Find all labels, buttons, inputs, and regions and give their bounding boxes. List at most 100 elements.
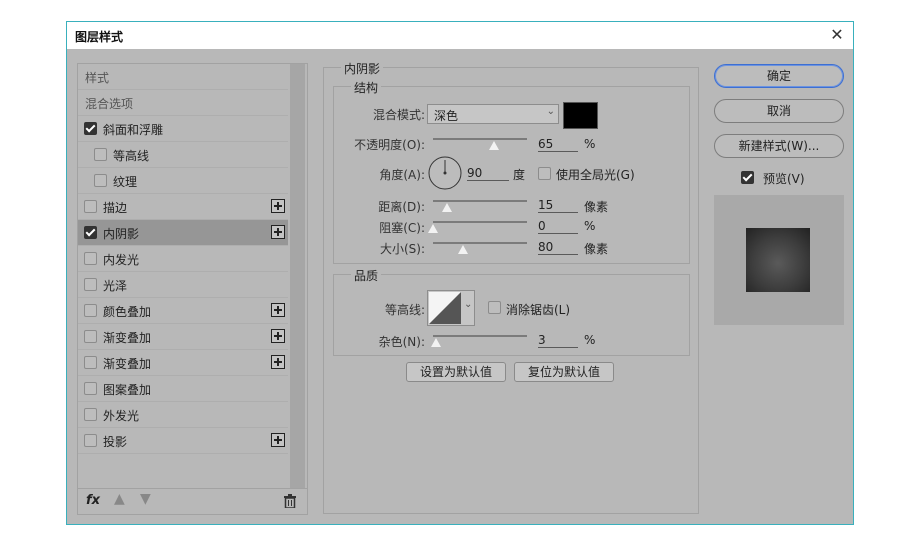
quality-group: 品质 等高线: ⌄ 消除锯齿(L) 杂色(N): 3 %: [333, 267, 690, 356]
add-effect-icon[interactable]: [271, 199, 285, 213]
shadow-color-swatch[interactable]: [563, 102, 598, 129]
list-item-label: 渐变叠加: [103, 331, 152, 345]
preview-checkbox[interactable]: [741, 171, 754, 184]
list-item[interactable]: 纹理: [78, 168, 288, 194]
list-item-checkbox[interactable]: [84, 382, 97, 395]
list-item-checkbox[interactable]: [84, 252, 97, 265]
list-item[interactable]: 等高线: [78, 142, 288, 168]
list-item-checkbox[interactable]: [84, 122, 97, 135]
contour-label: 等高线:: [384, 303, 425, 317]
layer-style-dialog: 图层样式 ✕ 样式 混合选项 斜面和浮雕等高线纹理描边内阴影内发光光泽颜色叠加渐变…: [66, 21, 854, 525]
choke-value[interactable]: 0: [538, 219, 578, 234]
list-item[interactable]: 颜色叠加: [78, 298, 288, 324]
fx-icon[interactable]: fx: [86, 493, 100, 508]
noise-slider-thumb[interactable]: [430, 338, 441, 347]
list-scrollbar[interactable]: [290, 64, 305, 488]
title-bar[interactable]: 图层样式 ✕: [67, 22, 853, 49]
list-item[interactable]: 描边: [78, 194, 288, 220]
preview-label: 预览(V): [763, 172, 805, 186]
set-default-button[interactable]: 设置为默认值: [406, 362, 506, 382]
cancel-button[interactable]: 取消: [714, 99, 844, 123]
size-unit: 像素: [584, 242, 609, 256]
list-item-checkbox[interactable]: [94, 148, 107, 161]
close-icon[interactable]: ✕: [827, 25, 847, 45]
list-item-checkbox[interactable]: [94, 174, 107, 187]
list-item[interactable]: 外发光: [78, 402, 288, 428]
list-item-label: 渐变叠加: [103, 357, 152, 371]
angle-unit: 度: [513, 168, 526, 182]
choke-unit: %: [584, 219, 596, 233]
contour-picker[interactable]: ⌄: [427, 290, 475, 326]
distance-value[interactable]: 15: [538, 198, 578, 213]
list-item-label: 描边: [103, 201, 128, 215]
list-header[interactable]: 样式: [78, 64, 288, 90]
list-item-label: 颜色叠加: [103, 305, 152, 319]
list-footer: fx ▲ ▼: [78, 488, 307, 515]
blend-mode-value: 深色: [434, 109, 459, 123]
list-item[interactable]: 图案叠加: [78, 376, 288, 402]
choke-slider-thumb[interactable]: [428, 224, 438, 233]
add-effect-icon[interactable]: [271, 225, 285, 239]
new-style-button[interactable]: 新建样式(W)...: [714, 134, 844, 158]
antialias-checkbox[interactable]: [488, 301, 501, 314]
trash-icon[interactable]: [284, 494, 296, 508]
list-item-checkbox[interactable]: [84, 304, 97, 317]
add-effect-icon[interactable]: [271, 355, 285, 369]
angle-value[interactable]: 90: [467, 166, 509, 181]
dialog-title: 图层样式: [75, 30, 124, 44]
size-slider-thumb[interactable]: [458, 245, 469, 254]
style-list: 样式 混合选项 斜面和浮雕 等高线 纹理 描边 内阴影 内发光 光泽 颜色叠加 渐变叠加 渐变叠加图…: [77, 63, 308, 515]
opacity-slider-thumb[interactable]: [489, 141, 500, 150]
add-effect-icon[interactable]: [271, 329, 285, 343]
move-up-icon[interactable]: ▲: [114, 491, 125, 507]
list-item-checkbox[interactable]: [84, 408, 97, 421]
blend-mode-select[interactable]: 深色 ⌄: [427, 104, 559, 124]
add-effect-icon[interactable]: [271, 433, 285, 447]
list-item-checkbox[interactable]: [84, 356, 97, 369]
list-item[interactable]: 内阴影: [78, 220, 288, 246]
preview-box: [714, 195, 844, 325]
list-item-checkbox[interactable]: [84, 226, 97, 239]
list-item[interactable]: 投影: [78, 428, 288, 454]
move-down-icon[interactable]: ▼: [140, 491, 151, 507]
noise-value[interactable]: 3: [538, 333, 578, 348]
angle-dial[interactable]: [427, 155, 463, 191]
list-item-label: 内发光: [103, 253, 140, 267]
list-item-checkbox[interactable]: [84, 330, 97, 343]
size-value[interactable]: 80: [538, 240, 578, 255]
opacity-value[interactable]: 65: [538, 137, 578, 152]
list-item[interactable]: 斜面和浮雕: [78, 116, 288, 142]
distance-slider[interactable]: [433, 200, 527, 202]
list-item-checkbox[interactable]: [84, 434, 97, 447]
list-item-label: 外发光: [103, 409, 140, 423]
list-item[interactable]: 内发光: [78, 246, 288, 272]
list-item-checkbox[interactable]: [84, 278, 97, 291]
opacity-slider[interactable]: [433, 138, 527, 140]
list-item-checkbox[interactable]: [84, 200, 97, 213]
list-item[interactable]: 渐变叠加: [78, 350, 288, 376]
inner-shadow-panel: 内阴影 结构 混合模式: 深色 ⌄ 不透明度(O): 65 % 角度(A): 9…: [323, 60, 699, 514]
list-item-label: 投影: [103, 435, 128, 449]
opacity-label: 不透明度(O):: [354, 138, 425, 152]
chevron-down-icon: ⌄: [546, 106, 555, 117]
add-effect-icon[interactable]: [271, 303, 285, 317]
choke-slider[interactable]: [433, 221, 527, 223]
list-item[interactable]: 渐变叠加: [78, 324, 288, 350]
list-item[interactable]: 混合选项: [78, 90, 288, 116]
distance-slider-thumb[interactable]: [442, 203, 453, 212]
noise-slider[interactable]: [433, 335, 527, 337]
list-item[interactable]: 光泽: [78, 272, 288, 298]
opacity-unit: %: [584, 137, 596, 151]
list-item-label: 等高线: [113, 149, 150, 163]
list-header-label: 样式: [85, 71, 110, 85]
global-light-label: 使用全局光(G): [556, 168, 635, 182]
reset-default-button[interactable]: 复位为默认值: [514, 362, 614, 382]
global-light-checkbox[interactable]: [538, 167, 551, 180]
angle-label: 角度(A):: [379, 168, 425, 182]
distance-unit: 像素: [584, 200, 609, 214]
ok-button[interactable]: 确定: [714, 64, 844, 88]
contour-preview-icon: [429, 292, 461, 324]
size-slider[interactable]: [433, 242, 527, 244]
antialias-label: 消除锯齿(L): [506, 303, 571, 317]
contour-chevron-icon: ⌄: [464, 299, 473, 310]
